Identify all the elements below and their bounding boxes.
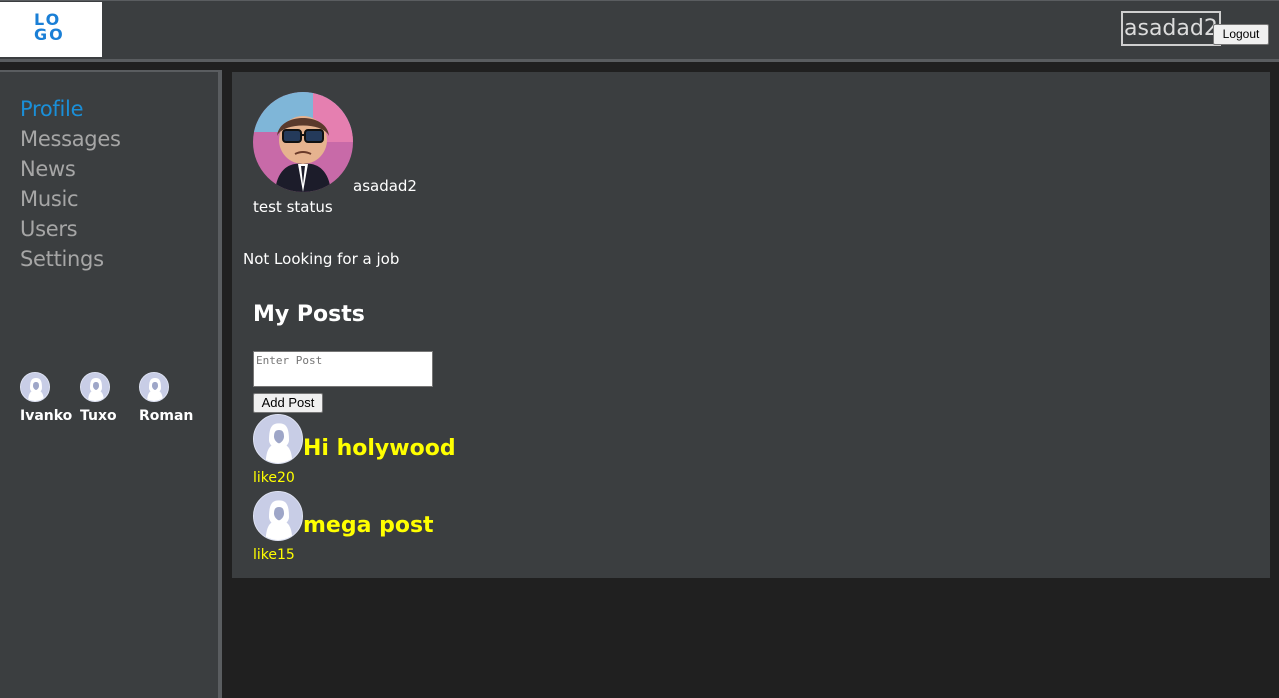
friend-item[interactable]: Tuxo <box>80 372 140 424</box>
user-avatar-icon <box>253 414 303 464</box>
profile-status[interactable]: test status <box>253 198 333 216</box>
user-avatar-icon <box>20 372 50 402</box>
login-name: asadad2 <box>1121 11 1221 46</box>
friend-name: Roman <box>139 408 194 424</box>
post-like-count[interactable]: like15 <box>253 547 295 563</box>
profile-username: asadad2 <box>353 177 417 195</box>
profile-avatar-icon <box>253 92 353 192</box>
post-like-count[interactable]: like20 <box>253 470 295 486</box>
sidebar-item-news[interactable]: News <box>20 154 121 184</box>
logo-line-2: GO <box>34 25 65 44</box>
logo-text: LO GO <box>34 12 65 44</box>
sidebar-item-settings[interactable]: Settings <box>20 244 121 274</box>
logo[interactable]: LO GO <box>0 2 102 57</box>
post-input[interactable] <box>253 351 433 387</box>
friend-item[interactable]: Ivanko <box>20 372 80 424</box>
logout-button[interactable]: Logout <box>1213 24 1269 45</box>
friend-item[interactable]: Roman <box>139 372 199 424</box>
add-post-button[interactable]: Add Post <box>253 393 323 413</box>
header: LO GO asadad2 Logout <box>0 0 1279 62</box>
post-text: mega post <box>303 513 434 538</box>
profile-content: asadad2 test status Not Looking for a jo… <box>232 72 1270 578</box>
sidebar-item-profile[interactable]: Profile <box>20 94 121 124</box>
posts-title: My Posts <box>253 302 365 327</box>
friend-name: Ivanko <box>20 408 73 424</box>
friend-name: Tuxo <box>80 408 117 424</box>
user-avatar-icon <box>253 491 303 541</box>
sidebar-item-music[interactable]: Music <box>20 184 121 214</box>
profile-job-status: Not Looking for a job <box>243 250 400 268</box>
sidebar-item-users[interactable]: Users <box>20 214 121 244</box>
post-text: Hi holywood <box>303 436 456 461</box>
sidebar: Profile Messages News Music Users Settin… <box>0 70 222 698</box>
user-avatar-icon <box>139 372 169 402</box>
sidebar-nav: Profile Messages News Music Users Settin… <box>20 94 121 274</box>
user-avatar-icon <box>80 372 110 402</box>
sidebar-item-messages[interactable]: Messages <box>20 124 121 154</box>
